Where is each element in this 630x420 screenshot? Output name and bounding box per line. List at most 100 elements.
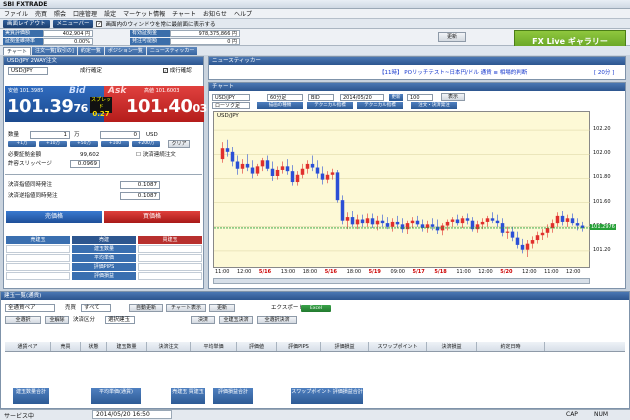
table-header-8[interactable]: 評価損益 bbox=[321, 342, 369, 351]
table-header-1[interactable]: 売買 bbox=[51, 342, 81, 351]
chart-tool-button-0[interactable]: 描画の種類 bbox=[257, 102, 303, 109]
menu-item-6[interactable]: チャート bbox=[172, 9, 196, 18]
tab-0[interactable]: チャート bbox=[3, 47, 31, 55]
pair-select[interactable]: USD/JPY bbox=[8, 67, 48, 75]
chart-tool-button-1[interactable]: テクニカル指標 bbox=[307, 102, 353, 109]
qty-input-2[interactable]: 0 bbox=[100, 131, 140, 139]
y-tick-2: 101.80 bbox=[593, 174, 611, 181]
chart-scrollbar[interactable] bbox=[213, 278, 590, 284]
table-header-0[interactable]: 通貨ペア bbox=[5, 342, 51, 351]
status-bar: サービス中 2014/05/20 16:50 CAP NUM bbox=[0, 409, 630, 420]
table-header-6[interactable]: 評価値 bbox=[237, 342, 277, 351]
news-next[interactable]: [ 20分 ] bbox=[594, 68, 614, 76]
candle-body-9 bbox=[265, 160, 270, 169]
summary-button-0[interactable]: 建玉数量合計 bbox=[13, 388, 49, 404]
menu-bar-button[interactable]: メニューバー bbox=[52, 19, 94, 28]
positions-row2-0[interactable]: 全選択 bbox=[5, 316, 41, 324]
tab-3[interactable]: ポジション一覧 bbox=[104, 47, 146, 55]
excel-button[interactable]: Excel bbox=[301, 305, 331, 312]
qty-unit: USD bbox=[146, 132, 158, 138]
menu-item-4[interactable]: 設定 bbox=[104, 9, 116, 18]
x-tick-13: 5/20 bbox=[500, 269, 513, 275]
candle-body-39 bbox=[415, 220, 420, 225]
summary-button-2[interactable]: 売建玉 買建玉 bbox=[171, 388, 205, 404]
positions-row2-3[interactable]: 選択建玉 bbox=[105, 316, 135, 324]
chart-view-button[interactable]: 表示 bbox=[441, 93, 465, 101]
positions-row2-6[interactable]: 全選択決済 bbox=[257, 316, 297, 324]
chart-count-input[interactable]: 100 bbox=[407, 94, 433, 101]
acc-label-0: 実質評価額 bbox=[3, 30, 43, 37]
positions-row2-4[interactable]: 決済 bbox=[191, 316, 215, 324]
settle-checkbox[interactable]: ☐ 決済連続注文 bbox=[136, 151, 176, 159]
table-header-4[interactable]: 決済注文 bbox=[147, 342, 191, 351]
chart-type-select[interactable]: BID bbox=[308, 94, 334, 101]
positions-btn-0[interactable]: 自動更新 bbox=[129, 304, 163, 312]
chart-tool-button-2[interactable]: テクニカル指標 bbox=[357, 102, 403, 109]
menu-item-1[interactable]: 売買 bbox=[35, 9, 47, 18]
qty-add-button-2[interactable]: +50万 bbox=[70, 141, 98, 147]
qty-add-button-0[interactable]: +1万 bbox=[8, 141, 36, 147]
qty-clear-button[interactable]: クリア bbox=[168, 140, 190, 148]
summary-button-1[interactable]: 平均単価(通貨) bbox=[91, 388, 141, 404]
pos-header-0: 売建玉 bbox=[6, 236, 70, 244]
qty-input[interactable]: 1 bbox=[30, 131, 70, 139]
order-mode: 成行確定 bbox=[80, 68, 103, 74]
positions-row2-5[interactable]: 全建玉決済 bbox=[219, 316, 253, 324]
candle-body-43 bbox=[435, 226, 440, 231]
menu-item-7[interactable]: お知らせ bbox=[203, 9, 227, 18]
tab-1[interactable]: 注文一覧[取引の] bbox=[31, 47, 77, 55]
candle-body-14 bbox=[290, 171, 295, 183]
stop-input[interactable]: 0.1087 bbox=[120, 192, 160, 200]
menu-item-5[interactable]: マーケット情報 bbox=[123, 9, 165, 18]
table-header-5[interactable]: 平均単価 bbox=[191, 342, 237, 351]
kind-select[interactable]: すべて bbox=[81, 304, 111, 312]
chart-tool-button-3[interactable]: 注文・決済発注 bbox=[411, 102, 457, 109]
table-header-7[interactable]: 評価PIPS bbox=[277, 342, 321, 351]
menu-item-0[interactable]: ファイル bbox=[4, 9, 28, 18]
chart-candle-select[interactable]: ローソク足 bbox=[212, 102, 250, 109]
tab-4[interactable]: ニュースティッカー bbox=[146, 47, 198, 55]
limit-input[interactable]: 0.1087 bbox=[120, 181, 160, 189]
pair-filter-select[interactable]: 全通貨ペア bbox=[5, 304, 55, 312]
x-tick-10: 5/18 bbox=[434, 269, 447, 275]
tab-2[interactable]: 約定一覧 bbox=[77, 47, 104, 55]
chart-pair-select[interactable]: USD/JPY bbox=[212, 94, 250, 101]
confirm-checkbox-label[interactable]: ✓ 成行確認 bbox=[163, 67, 192, 75]
candle-body-21 bbox=[325, 174, 330, 180]
x-tick-9: 5/17 bbox=[412, 269, 425, 275]
menu-item-2[interactable]: 照会 bbox=[54, 9, 66, 18]
table-header-11[interactable]: 約定日時 bbox=[477, 342, 545, 351]
layout-button[interactable]: 画面レイアウト bbox=[3, 19, 50, 28]
chart-show-button[interactable]: 更新 bbox=[389, 94, 403, 101]
table-header-10[interactable]: 決済損益 bbox=[427, 342, 477, 351]
chart-period-select[interactable]: 60分足 bbox=[267, 94, 303, 101]
ask-price: 101.4003 bbox=[126, 96, 207, 117]
sell-button[interactable]: 売価格 bbox=[6, 211, 102, 223]
positions-btn-1[interactable]: チャート表示 bbox=[166, 304, 206, 312]
candle-body-30 bbox=[370, 218, 375, 225]
table-header-9[interactable]: スワップポイント bbox=[369, 342, 427, 351]
positions-table-body[interactable] bbox=[5, 352, 625, 377]
account-update-button[interactable]: 更新 bbox=[438, 32, 466, 42]
table-header-2[interactable]: 状態 bbox=[81, 342, 107, 351]
news-headline[interactable]: 【11時】 POリッチテスト~日本円/ドル 通貨 ≡ 相場的判断 bbox=[379, 68, 527, 76]
slippage-input[interactable]: 0.0969 bbox=[70, 160, 100, 168]
table-header-3[interactable]: 建玉数量 bbox=[107, 342, 147, 351]
menu-item-8[interactable]: ヘルプ bbox=[234, 9, 252, 18]
acc-label-1: 有効証拠金 bbox=[130, 30, 170, 37]
chart-area[interactable]: USD/JPY bbox=[213, 111, 591, 268]
menu-item-3[interactable]: 口座管理 bbox=[73, 9, 97, 18]
summary-button-4[interactable]: スワップポイント 評価損益合計 bbox=[291, 388, 363, 404]
candle-body-53 bbox=[485, 218, 490, 222]
summary-button-3[interactable]: 評価損益合計 bbox=[213, 388, 253, 404]
qty-add-button-4[interactable]: +200万 bbox=[132, 141, 160, 147]
positions-title: 建玉一覧(通貨) bbox=[1, 292, 629, 300]
always-on-top-checkbox[interactable]: ✓ bbox=[96, 20, 103, 27]
qty-add-button-3[interactable]: +100 bbox=[101, 141, 129, 147]
positions-row2-1[interactable]: 全解除 bbox=[45, 316, 69, 324]
buy-button[interactable]: 買価格 bbox=[104, 211, 200, 223]
qty-add-button-1[interactable]: +10万 bbox=[39, 141, 67, 147]
chart-date-input[interactable]: 2014/05/20 bbox=[340, 94, 384, 101]
ask-box[interactable]: Ask 高値 101.6003 101.4003 bbox=[104, 86, 207, 122]
positions-btn-2[interactable]: 更新 bbox=[209, 304, 235, 312]
